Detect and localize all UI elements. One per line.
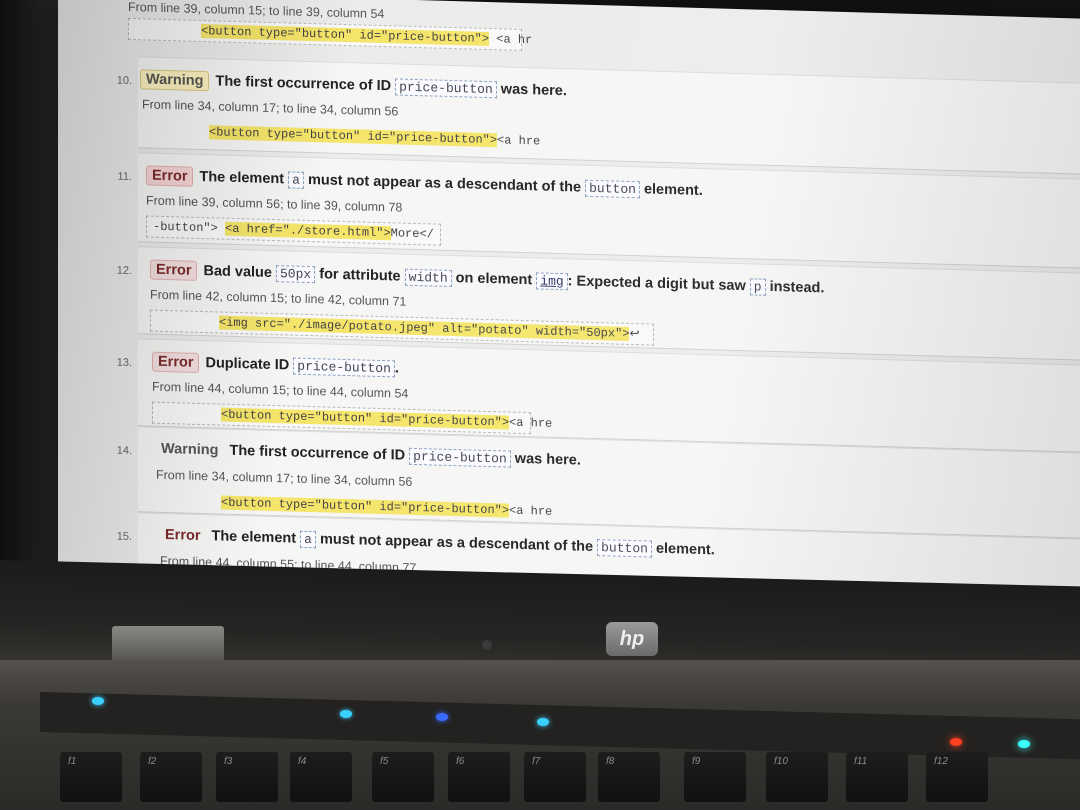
message-text: Duplicate ID [205, 355, 294, 374]
code-token[interactable]: img [536, 272, 568, 291]
message-text: . [394, 360, 399, 377]
f5-key[interactable]: f5 [372, 752, 434, 802]
message-number: 15. [116, 530, 132, 544]
code-token: 50px [276, 265, 316, 284]
extract-rest: <a hre [497, 133, 541, 149]
extract-rest: <a hre [509, 415, 553, 431]
code-token: width [404, 268, 452, 287]
laptop-screen: From line 39, column 15; to line 39, col… [58, 0, 1080, 611]
message-heading: Error The element a must not appear as a … [160, 526, 715, 559]
extract-highlight: <button type="button" id="price-button"> [209, 125, 498, 148]
bezel-dot [482, 640, 492, 650]
f12-key[interactable]: f12 [926, 752, 988, 802]
f11-key[interactable]: f11 [846, 752, 908, 802]
error-badge: Error [150, 259, 198, 281]
extract-highlight: <img src="./image/potato.jpeg" alt="pota… [219, 315, 630, 341]
f1-key[interactable]: f1 [60, 752, 122, 802]
message-text: element. [639, 181, 703, 200]
f2-key[interactable]: f2 [140, 752, 202, 802]
f10-key[interactable]: f10 [766, 752, 828, 802]
bezel-left-edge [0, 0, 60, 620]
message-extract: -button"> <a href="./store.html">More</ [146, 215, 441, 246]
message-location: From line 34, column 17; to line 34, col… [156, 467, 413, 489]
code-token: price-button [395, 78, 497, 99]
extract-rest: ↩ [629, 326, 640, 342]
code-token: button [597, 539, 652, 558]
mute-led [950, 738, 962, 746]
code-token: price-button [409, 447, 511, 468]
warning-badge: Warning [161, 440, 219, 459]
extract-highlight: <button type="button" id="price-button"> [221, 495, 510, 518]
code-token: button [585, 179, 640, 199]
message-text: : Expected a digit but saw [567, 273, 750, 295]
message-number: 13. [116, 356, 132, 370]
message-9-tail: From line 39, column 15; to line 39, col… [128, 0, 532, 51]
message-text: element. [651, 540, 715, 559]
f4-key[interactable]: f4 [290, 752, 352, 802]
f7-key[interactable]: f7 [524, 752, 586, 802]
code-token: a [288, 171, 304, 189]
extract-rest: <a hre [509, 503, 553, 519]
extract-highlight: <a href="./store.html"> [225, 221, 391, 241]
f3-key[interactable]: f3 [216, 752, 278, 802]
message-number: 14. [116, 444, 132, 458]
error-badge: Error [152, 351, 200, 373]
code-token: a [300, 530, 316, 549]
message-text: was here. [510, 450, 581, 469]
message-text: The first occurrence of ID [229, 442, 410, 464]
message-location: From line 42, column 15; to line 42, col… [150, 287, 407, 309]
warning-badge: Warning [140, 69, 210, 92]
hp-logo: hp [606, 622, 658, 656]
message-text: on element [451, 269, 537, 289]
message-text: must not appear as a descendant of the [303, 171, 586, 196]
lid-latch[interactable] [112, 626, 224, 662]
f6-key[interactable]: f6 [448, 752, 510, 802]
message-text: Bad value [203, 263, 276, 282]
message-text: instead. [765, 278, 825, 297]
wifi-led [436, 713, 448, 721]
message-text: was here. [496, 81, 567, 100]
extract-highlight: <button type="button" id="price-button"> [201, 23, 490, 47]
message-heading: Warning The first occurrence of ID price-… [140, 69, 567, 101]
message-text: The first occurrence of ID [215, 73, 396, 95]
message-heading: Warning The first occurrence of ID price-… [156, 440, 581, 470]
extract-rest: More</ [390, 226, 434, 242]
extract-before: -button"> [153, 219, 226, 236]
message-number: 11. [117, 170, 132, 184]
battery-led [537, 718, 549, 726]
message-number: 10. [116, 74, 132, 88]
error-badge: Error [146, 165, 194, 187]
message-location: From line 44, column 15; to line 44, col… [152, 379, 409, 401]
code-token: price-button [293, 357, 395, 378]
power-led[interactable] [92, 697, 104, 705]
message-location: From line 39, column 56; to line 39, col… [146, 193, 403, 215]
message-number: 12. [116, 264, 132, 278]
message-extract: <button type="button" id="price-button">… [142, 119, 540, 152]
error-badge: Error [165, 526, 201, 544]
message-text: must not appear as a descendant of the [315, 531, 598, 556]
f9-key[interactable]: f9 [684, 752, 746, 802]
extract-highlight: <button type="button" id="price-button"> [221, 407, 510, 430]
extract-rest: <a hr [489, 32, 533, 48]
code-token: p [749, 278, 766, 296]
message-heading: Error Duplicate ID price-button. [152, 351, 399, 379]
message-text: for attribute [315, 266, 405, 285]
drive-led [1018, 740, 1030, 748]
message-text: The element [199, 168, 289, 188]
message-location: From line 34, column 17; to line 34, col… [142, 97, 399, 119]
message-text: The element [211, 528, 301, 547]
wireless-led [340, 710, 352, 718]
f8-key[interactable]: f8 [598, 752, 660, 802]
